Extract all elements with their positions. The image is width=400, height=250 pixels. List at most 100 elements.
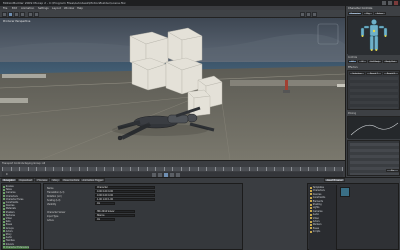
ruler-tick [325, 167, 326, 171]
property-value[interactable]: 0.00 0.00 0.00 [95, 190, 155, 194]
property-key: Active [47, 218, 54, 222]
character-figure-icon [348, 17, 400, 55]
ruler-tick [265, 167, 266, 171]
full-body-button[interactable]: Full Body [368, 60, 382, 64]
tab-story[interactable]: Story [50, 178, 62, 182]
tab-solver[interactable]: Solver [374, 12, 386, 16]
view-cube-icon[interactable] [306, 11, 311, 17]
ruler-tick [231, 167, 232, 171]
tab-pose-controls[interactable]: Pose Controls [61, 178, 82, 182]
key-icon[interactable] [28, 11, 33, 17]
ik-button[interactable]: IK [358, 60, 367, 64]
ruler-tick [214, 167, 215, 171]
property-value[interactable]: 0.00 0.00 0.00 [95, 194, 155, 198]
minimize-button[interactable] [382, 1, 386, 5]
ruler-tick [61, 167, 62, 171]
ruler-tick [78, 167, 79, 171]
snap-icon[interactable] [34, 11, 39, 17]
tab-asset-browser[interactable]: Asset Browser [324, 178, 346, 182]
camera-switch-icon[interactable] [312, 11, 317, 17]
property-value[interactable]: Stance [95, 214, 135, 218]
transport-label: Transport Controls Keying Group: All [2, 162, 46, 165]
close-button[interactable] [394, 1, 398, 5]
ruler-tick [27, 167, 28, 171]
effector-list[interactable]: Selection Reach T Reach R [347, 70, 400, 110]
navigator-tabs: Navigator Dopesheet FCurves Story Pose C… [1, 178, 241, 182]
tab-fcurves[interactable]: FCurves [35, 178, 50, 182]
tab-rig[interactable]: Rig [363, 12, 373, 16]
ruler-tick [189, 167, 190, 171]
asset-folder[interactable]: Scripts [310, 230, 320, 233]
property-value[interactable]: Character [95, 186, 155, 190]
graph-icon [348, 117, 400, 139]
ruler-tick [197, 167, 198, 171]
property-row: Active On [45, 218, 243, 222]
rotate-tool-icon[interactable] [14, 11, 19, 17]
character-figure-view[interactable] [347, 16, 400, 55]
ruler-tick [53, 167, 54, 171]
selection-button[interactable]: Selection [349, 72, 365, 76]
toolbar [0, 10, 345, 18]
ruler-tick [146, 167, 147, 171]
ruler-tick [299, 167, 300, 171]
tab-animation-trigger[interactable]: Animation Trigger [80, 178, 106, 182]
ruler-tick [121, 167, 122, 171]
character-controls-panel: Character Controls Character Rig Solver … [345, 6, 400, 177]
reach-r-button[interactable]: Reach R [383, 72, 399, 76]
pin-button[interactable]: Pin [386, 169, 399, 173]
tab-character[interactable]: Character [348, 12, 362, 16]
body-part-button[interactable]: Body Part [383, 60, 398, 64]
ruler-tick [129, 167, 130, 171]
ruler-tick [138, 167, 139, 171]
scale-tool-icon[interactable] [20, 11, 25, 17]
property-value[interactable]: HIK 2016 Solver [95, 210, 135, 214]
asset-browser: Templates Characters Devices Constraints… [307, 183, 399, 250]
current-frame[interactable]: 0 [6, 173, 7, 176]
ruler-tick [163, 167, 164, 171]
step-forward-icon[interactable] [170, 172, 174, 177]
maximize-button[interactable] [388, 1, 392, 5]
fk-button[interactable]: FK [348, 60, 357, 64]
ruler-tick [274, 167, 275, 171]
ruler-tick [316, 167, 317, 171]
goto-start-icon[interactable] [152, 172, 156, 177]
reach-t-button[interactable]: Reach T [366, 72, 382, 76]
scene-render [0, 18, 345, 160]
translate-tool-icon[interactable] [8, 11, 13, 17]
transport-controls: Transport Controls Keying Group: All 0 [0, 160, 345, 177]
property-value[interactable]: 1.00 1.00 1.00 [95, 198, 155, 202]
ruler-tick [104, 167, 105, 171]
tab-navigator[interactable]: Navigator [1, 178, 18, 182]
curve-graph[interactable] [347, 116, 400, 139]
property-key: Visibility [47, 202, 57, 206]
ruler-tick [155, 167, 156, 171]
play-icon[interactable] [164, 172, 168, 177]
tab-dopesheet[interactable]: Dopesheet [17, 178, 35, 182]
time-ruler[interactable] [2, 167, 343, 171]
ruler-tick [291, 167, 292, 171]
section-controls: Controls [348, 56, 358, 59]
ruler-tick [308, 167, 309, 171]
select-tool-icon[interactable] [2, 11, 7, 17]
scene-tree[interactable]: Scenes Takes Cameras Characters Characte… [1, 183, 41, 250]
ruler-tick [70, 167, 71, 171]
ruler-tick [87, 167, 88, 171]
properties-panel: Name Character Translation (Lcl) 0.00 0.… [43, 183, 243, 250]
effector-rows [350, 77, 398, 109]
goto-end-icon[interactable] [176, 172, 180, 177]
ruler-tick [282, 167, 283, 171]
display-mode-icon[interactable] [300, 11, 305, 17]
property-value[interactable]: On [95, 202, 115, 206]
asset-thumbnail-icon[interactable] [340, 187, 350, 197]
3d-viewport[interactable]: Producer Perspective [0, 18, 345, 160]
char-panel-title: Character Controls [348, 7, 373, 10]
ruler-tick [223, 167, 224, 171]
window-title: MotionBuilder 2009 Mocap 2 - C:\Program … [3, 1, 126, 5]
bottom-panel: Navigator Dopesheet FCurves Story Pose C… [0, 177, 400, 250]
property-value[interactable]: On [95, 218, 115, 222]
tree-item-selected[interactable]: Character Extensions [3, 245, 30, 249]
step-back-icon[interactable] [158, 172, 162, 177]
ruler-tick [172, 167, 173, 171]
ruler-tick [2, 167, 3, 171]
ruler-tick [248, 167, 249, 171]
